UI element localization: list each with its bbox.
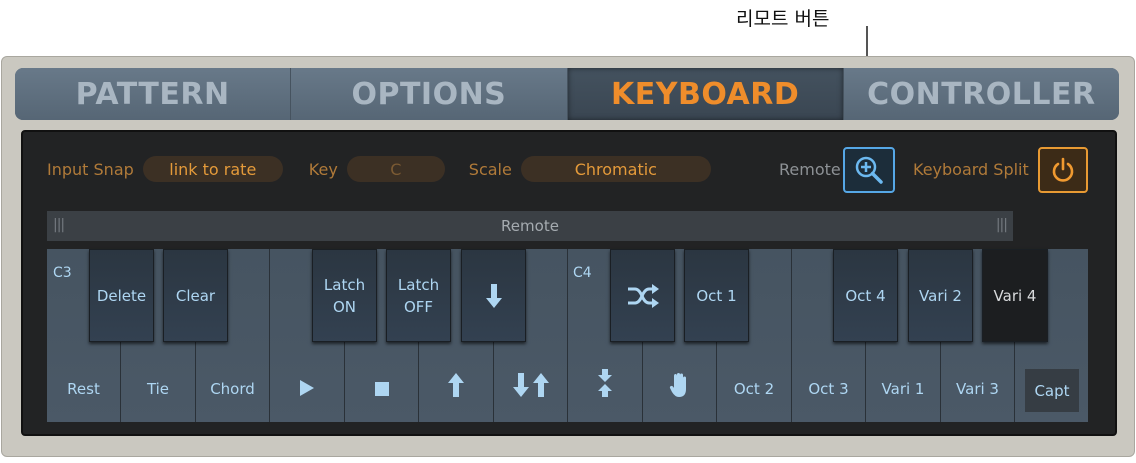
remote-range-strip[interactable]: ||| Remote ||| (47, 211, 1013, 241)
white-key-label: Tie (146, 380, 170, 398)
white-key-label: Chord (210, 380, 255, 398)
arrow-down-icon (485, 283, 502, 308)
tab-options[interactable]: OPTIONS (291, 68, 568, 120)
capture-button[interactable]: Capt (1025, 369, 1079, 412)
tab-pattern[interactable]: PATTERN (15, 68, 292, 120)
white-key-label: Oct 2 (733, 380, 775, 398)
arrows-down-up-icon (494, 372, 567, 398)
remote-button[interactable] (843, 147, 895, 193)
note-label-c4: C4 (573, 265, 592, 281)
black-key-label: Oct 1 (696, 286, 737, 305)
zoom-in-icon (855, 156, 883, 184)
key-label: Key (308, 159, 338, 179)
shuffle-icon (627, 283, 659, 308)
scale-select[interactable]: Chromatic (520, 156, 711, 182)
white-key-label: Vari 3 (956, 380, 999, 398)
black-key-label: Oct 4 (845, 286, 886, 305)
controls-row: Input Snap link to rate Key C Scale Chro… (47, 151, 711, 187)
range-start-handle[interactable]: ||| (53, 217, 65, 233)
black-key-label: Vari 2 (919, 286, 962, 305)
stop-icon (345, 380, 418, 398)
black-key-oct1[interactable]: Oct 1 (684, 249, 749, 342)
white-key-label: Vari 1 (881, 380, 925, 398)
black-key-clear[interactable]: Clear (163, 249, 228, 342)
power-icon (1052, 157, 1074, 182)
remote-strip-label: Remote (501, 217, 559, 235)
tab-controller[interactable]: CONTROLLER (843, 68, 1119, 120)
arrow-up-icon (419, 372, 493, 398)
range-end-handle[interactable]: ||| (996, 217, 1008, 233)
key-select[interactable]: C (346, 156, 445, 182)
play-icon (270, 378, 344, 398)
keyboard: Rest Tie Chord Oct 2 Oct 3 Vari 1 Vari 3… (47, 249, 1088, 422)
black-key-latch-off[interactable]: Latch OFF (386, 249, 451, 342)
black-key-label: Clear (175, 286, 216, 305)
black-key-label: Delete (96, 286, 147, 305)
keyboard-split-label: Keyboard Split (913, 160, 1029, 179)
input-snap-select[interactable]: link to rate (142, 156, 283, 182)
black-key-label: Latch OFF (397, 275, 440, 316)
keyboard-split-button[interactable] (1038, 147, 1088, 193)
white-key-label: Oct 3 (808, 380, 849, 398)
white-key-label: Rest (67, 380, 100, 398)
black-key-oct4[interactable]: Oct 4 (833, 249, 898, 342)
black-key-shuffle[interactable] (610, 249, 675, 342)
black-key-latch-on[interactable]: Latch ON (312, 249, 377, 342)
remote-label: Remote (779, 160, 841, 179)
hand-icon (643, 372, 716, 398)
tab-keyboard[interactable]: KEYBOARD (567, 68, 844, 120)
arrows-converge-icon (568, 368, 642, 398)
black-key-vari2[interactable]: Vari 2 (908, 249, 973, 342)
input-snap-label: Input Snap (47, 159, 134, 179)
black-key-label: Latch ON (323, 275, 366, 316)
black-key-vari4[interactable]: Vari 4 (982, 249, 1048, 342)
scale-label: Scale (468, 159, 512, 179)
tab-bar: PATTERN OPTIONS KEYBOARD CONTROLLER (15, 68, 1119, 120)
note-label-c3: C3 (53, 265, 72, 281)
remote-button-callout: 리모트 버튼 (736, 8, 830, 30)
black-key-delete[interactable]: Delete (89, 249, 154, 342)
black-key-label: Vari 4 (993, 286, 1037, 305)
black-key-down[interactable] (461, 249, 526, 342)
